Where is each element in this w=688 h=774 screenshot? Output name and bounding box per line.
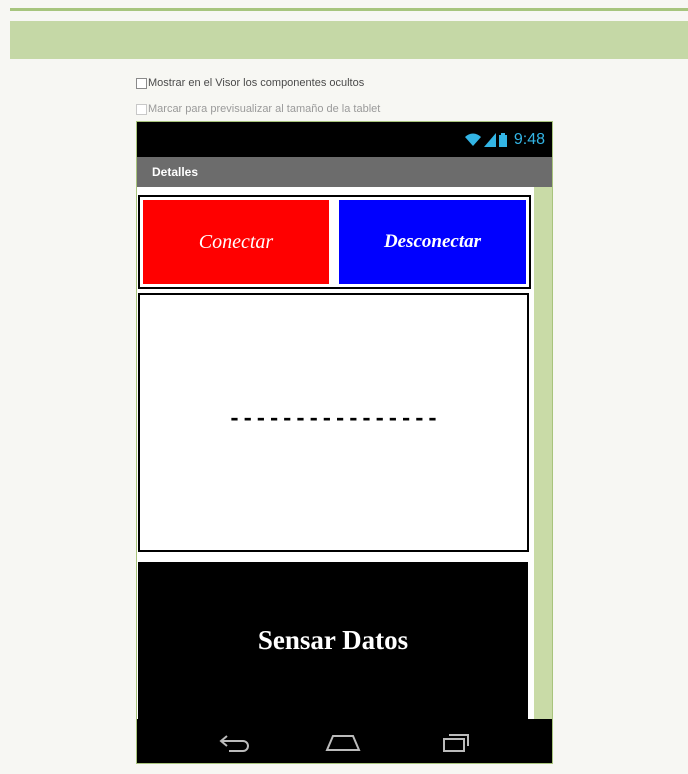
screen-content: Conectar Desconectar ---------------- Se…: [136, 187, 534, 719]
navigation-bar: [136, 719, 553, 764]
status-bar: 9:48: [136, 121, 553, 157]
tablet-preview-label: Marcar para previsualizar al tamaño de l…: [148, 103, 381, 115]
button-arrangement: Conectar Desconectar: [138, 195, 531, 289]
app-screen: Conectar Desconectar ---------------- Se…: [136, 187, 553, 719]
designer-header-bar: [10, 21, 688, 59]
wifi-icon: [464, 133, 481, 146]
home-icon: [325, 735, 361, 751]
recent-apps-icon: [443, 734, 469, 752]
designer-page: Mostrar en el Visor los componentes ocul…: [0, 0, 688, 774]
status-time: 9:48: [513, 131, 545, 148]
connect-button[interactable]: Conectar: [143, 200, 329, 284]
battery-icon: [498, 133, 507, 147]
sense-data-button[interactable]: Sensar Datos: [138, 562, 528, 719]
action-bar: Detalles: [136, 157, 553, 187]
status-icons: 9:48: [464, 131, 545, 149]
tablet-preview-checkbox[interactable]: [136, 103, 147, 115]
data-value-label: ----------------: [227, 407, 440, 432]
header-line: [10, 8, 688, 11]
app-title: Detalles: [152, 165, 199, 179]
recent-apps-button[interactable]: [436, 729, 476, 755]
tablet-preview-option[interactable]: Marcar para previsualizar al tamaño de l…: [136, 103, 380, 115]
phone-preview: 9:48 Detalles Conectar Desconectar -----…: [136, 121, 553, 764]
back-icon: [219, 735, 249, 752]
data-display-box: ----------------: [138, 293, 529, 552]
show-hidden-components-option[interactable]: Mostrar en el Visor los componentes ocul…: [136, 77, 364, 89]
show-hidden-checkbox[interactable]: [136, 77, 147, 89]
back-button[interactable]: [216, 729, 256, 755]
show-hidden-label: Mostrar en el Visor los componentes ocul…: [148, 77, 365, 89]
home-button[interactable]: [323, 729, 363, 755]
signal-icon: [483, 133, 496, 147]
disconnect-button[interactable]: Desconectar: [339, 200, 526, 284]
